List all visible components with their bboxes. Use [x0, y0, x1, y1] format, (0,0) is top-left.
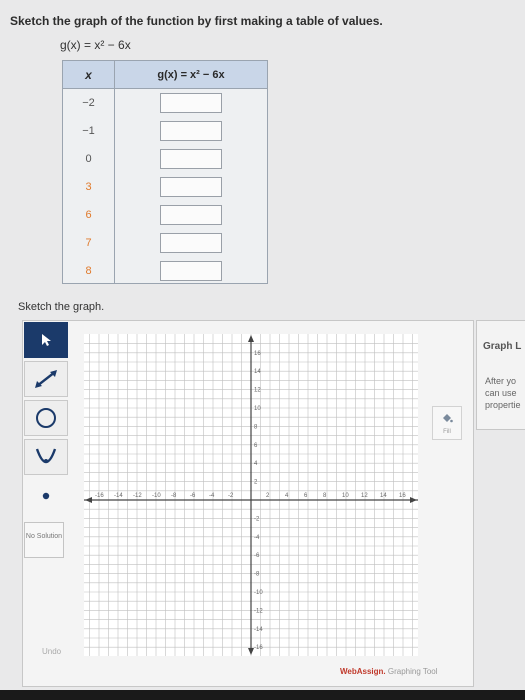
header-g: g(x) = x² − 6x [157, 69, 225, 81]
g-input[interactable] [160, 233, 222, 253]
x-cell: 7 [85, 237, 92, 249]
circle-tool-button[interactable] [24, 400, 68, 436]
no-solution-button[interactable]: No Solution [24, 522, 64, 558]
y-tick-label: -14 [254, 627, 263, 633]
y-tick-label: 12 [254, 388, 261, 394]
x-tick-label: -2 [228, 493, 234, 499]
y-tick-label: 16 [254, 351, 261, 357]
pointer-tool-button[interactable] [24, 322, 68, 358]
x-tick-label: 16 [399, 493, 406, 499]
y-tick-label: 10 [254, 406, 261, 412]
problem-instruction: Sketch the graph of the function by firs… [10, 14, 383, 28]
y-tick-label: 14 [254, 369, 261, 375]
cursor-arrow-icon [42, 334, 51, 346]
x-tick-label: -10 [152, 493, 161, 499]
g-input[interactable] [160, 261, 222, 281]
paint-bucket-icon [443, 414, 453, 423]
parabola-icon [35, 448, 57, 464]
x-tick-label: 10 [342, 493, 349, 499]
y-tick-label: -4 [254, 535, 260, 541]
values-table: x g(x) = x² − 6x −2 −1 0 3 6 7 8 [62, 60, 268, 284]
coordinate-grid[interactable]: -16 -14 -12 -10 -8 -6 -4 -2 2 4 6 8 10 12 14 1616141210… [84, 334, 418, 656]
graph-layers-title: Graph L [483, 341, 522, 352]
x-tick-label: 12 [361, 493, 368, 499]
x-tick-label: 14 [380, 493, 387, 499]
header-x: x [63, 61, 115, 88]
parabola-tool-button[interactable] [24, 439, 68, 475]
graphing-tool-label: Graphing Tool [385, 667, 438, 676]
x-column: −2 −1 0 3 6 7 8 [63, 89, 115, 283]
x-cell: 3 [85, 181, 92, 193]
x-tick-label: -14 [114, 493, 123, 499]
sketch-label: Sketch the graph. [18, 301, 105, 313]
help-line: propertie [485, 400, 521, 410]
g-input[interactable] [160, 205, 222, 225]
undo-button[interactable]: Undo [42, 647, 61, 656]
point-icon [42, 492, 50, 500]
function-formula: g(x) = x² − 6x [60, 38, 131, 52]
x-cell: −2 [82, 97, 95, 109]
y-tick-label: -10 [254, 590, 263, 596]
y-tick-label: -6 [254, 553, 260, 559]
x-tick-label: -4 [209, 493, 215, 499]
help-line: can use [485, 388, 517, 398]
line-icon [35, 370, 57, 388]
line-tool-button[interactable] [24, 361, 68, 397]
x-cell: 6 [85, 209, 92, 221]
x-tick-label: -12 [133, 493, 142, 499]
table-header: x g(x) = x² − 6x [63, 61, 267, 89]
g-input[interactable] [160, 121, 222, 141]
screen-bottom-edge [0, 690, 525, 700]
webassign-footer: WebAssign. Graphing Tool [340, 667, 438, 676]
x-tick-label: -16 [95, 493, 104, 499]
x-tick-label: -8 [171, 493, 177, 499]
help-line: After yo [485, 376, 517, 386]
y-tick-label: -16 [254, 645, 263, 651]
webassign-brand: WebAssign. [340, 667, 386, 676]
x-cell: −1 [82, 125, 95, 137]
y-tick-label: -12 [254, 608, 263, 614]
g-input[interactable] [160, 149, 222, 169]
circle-icon [36, 408, 56, 428]
graph-layers-panel: Graph L After yo can use propertie [476, 320, 525, 430]
x-cell: 0 [85, 153, 92, 165]
x-cell: 8 [85, 265, 92, 277]
graph-toolbar: No Solution [24, 322, 74, 558]
graph-layers-help: After yo can use propertie [485, 375, 521, 411]
g-column [115, 89, 267, 285]
y-tick-label: -2 [254, 516, 260, 522]
y-tick-label: -8 [254, 572, 260, 578]
point-tool-button[interactable] [24, 478, 68, 514]
x-tick-label: -6 [190, 493, 196, 499]
g-input[interactable] [160, 93, 222, 113]
g-input[interactable] [160, 177, 222, 197]
